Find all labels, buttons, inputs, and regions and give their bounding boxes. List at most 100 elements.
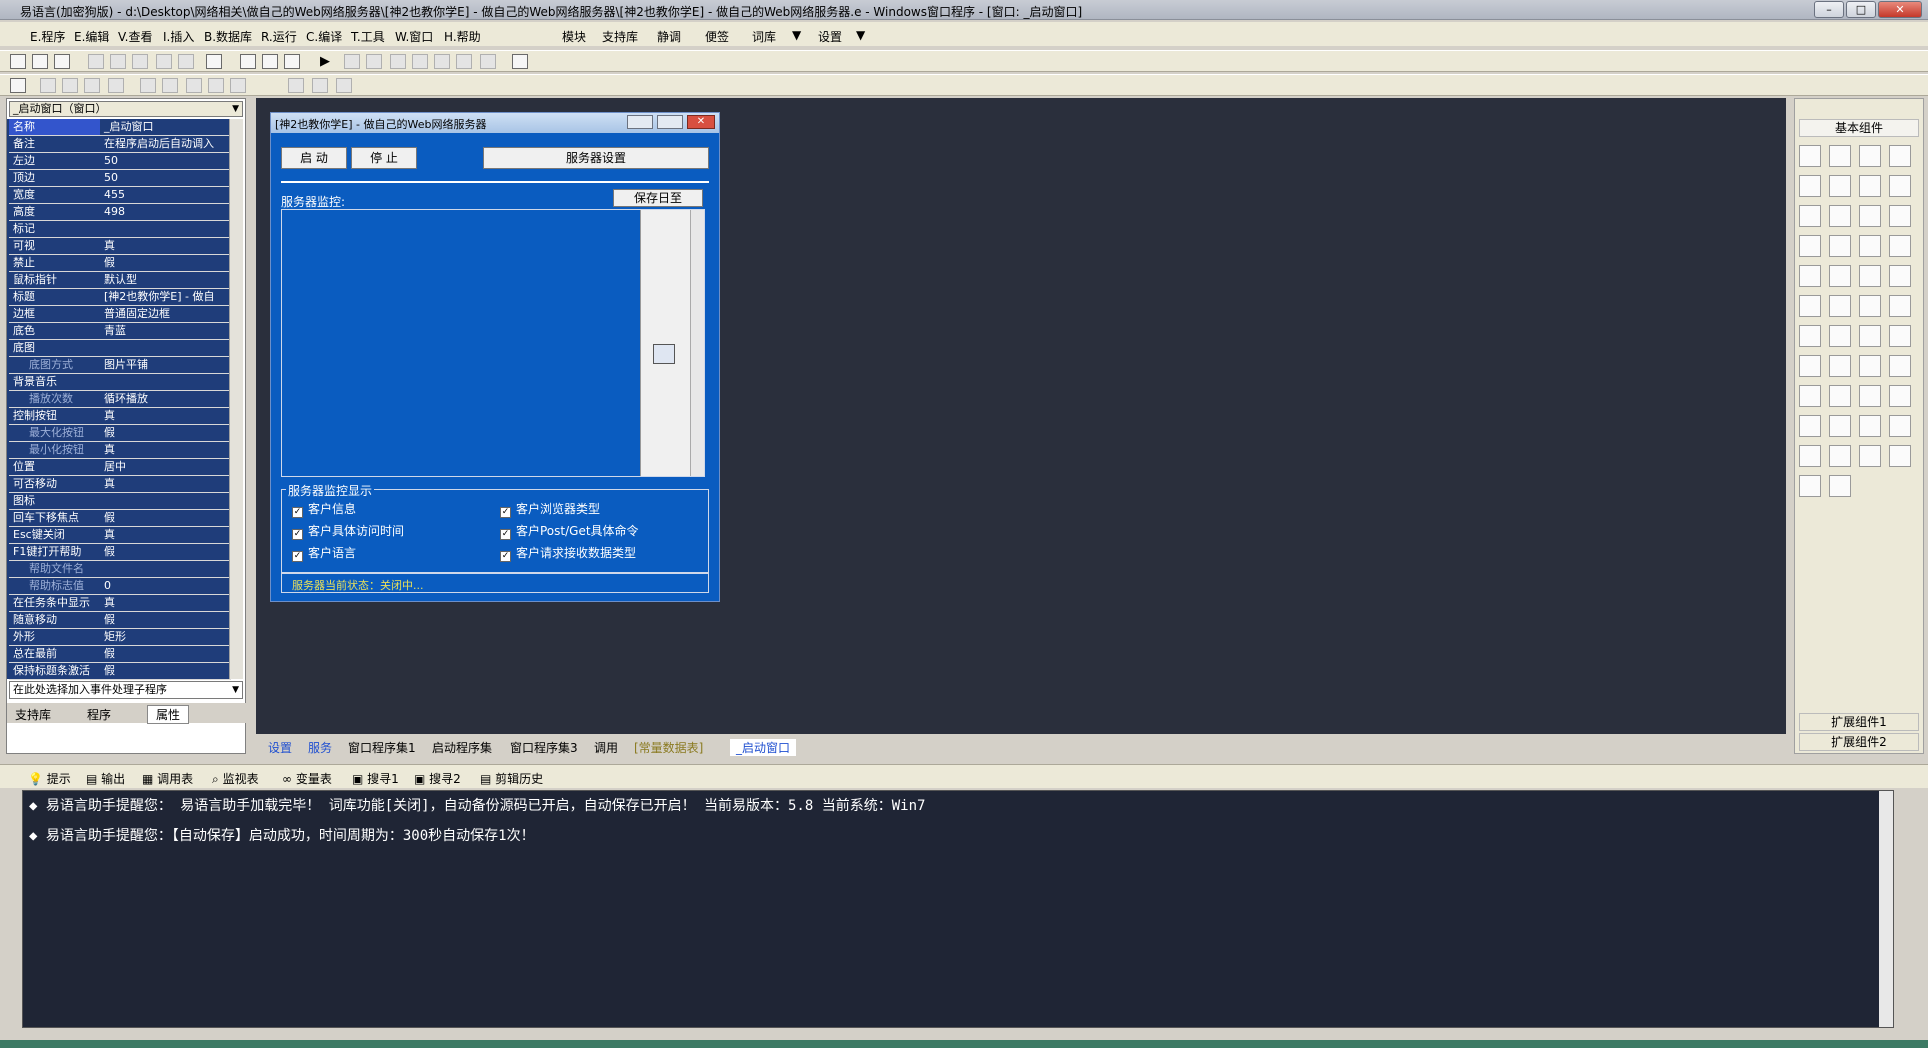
- tab-window-set-1[interactable]: 窗口程序集1: [348, 739, 416, 756]
- center-h-icon[interactable]: [288, 78, 304, 93]
- layout-a-icon[interactable]: [240, 54, 256, 69]
- component-icon[interactable]: [1889, 295, 1911, 317]
- binoculars-icon[interactable]: [512, 54, 528, 69]
- component-icon[interactable]: [1859, 205, 1881, 227]
- property-value[interactable]: 真: [102, 527, 231, 543]
- monitor-scroll-area[interactable]: [640, 210, 690, 476]
- menu-module[interactable]: 模块: [562, 28, 586, 45]
- property-row[interactable]: 最小化按钮真: [9, 442, 231, 459]
- property-value[interactable]: _启动窗口: [102, 119, 231, 135]
- tab-watch[interactable]: ⌕ 监视表: [212, 770, 259, 787]
- menu-help[interactable]: H.帮助: [444, 28, 481, 45]
- check-language[interactable]: ✓ 客户语言: [292, 544, 356, 562]
- property-value[interactable]: 矩形: [102, 629, 231, 645]
- component-icon[interactable]: [1859, 175, 1881, 197]
- property-row[interactable]: 帮助标志值 0: [9, 578, 231, 595]
- tab-service[interactable]: 服务: [308, 739, 332, 756]
- component-icon[interactable]: [1889, 175, 1911, 197]
- component-icon[interactable]: [1829, 445, 1851, 467]
- run-icon[interactable]: ▶: [320, 54, 330, 69]
- component-icon[interactable]: [1799, 205, 1821, 227]
- align-left-icon[interactable]: [40, 78, 56, 93]
- hand-icon[interactable]: [480, 54, 496, 69]
- tab-call[interactable]: 调用: [594, 739, 618, 756]
- property-row[interactable]: 随意移动假: [9, 612, 231, 629]
- menu-compile[interactable]: C.编译: [306, 28, 342, 45]
- same-width-icon[interactable]: [140, 78, 156, 93]
- property-value[interactable]: [102, 374, 231, 390]
- property-row[interactable]: 在任务条中显示真: [9, 595, 231, 612]
- property-row[interactable]: 高度 498: [9, 204, 231, 221]
- tab-window-set-3[interactable]: 窗口程序集3: [510, 739, 578, 756]
- form-close-icon[interactable]: ✕: [687, 115, 715, 129]
- component-icon[interactable]: [1859, 415, 1881, 437]
- component-icon[interactable]: [1799, 415, 1821, 437]
- component-icon[interactable]: [1829, 355, 1851, 377]
- property-row[interactable]: 播放次数 循环播放: [9, 391, 231, 408]
- property-value[interactable]: 真: [102, 408, 231, 424]
- same-size-icon[interactable]: [186, 78, 202, 93]
- close-button[interactable]: ✕: [1878, 1, 1922, 18]
- check-post-get[interactable]: ✓ 客户Post/Get具体命令: [500, 522, 639, 540]
- property-row[interactable]: 外形 矩形: [9, 629, 231, 646]
- property-value[interactable]: 图片平铺: [102, 357, 231, 373]
- tab-hint[interactable]: 💡 提示: [28, 770, 71, 787]
- component-icon[interactable]: [1829, 145, 1851, 167]
- property-value[interactable]: [102, 340, 231, 356]
- tab-search-1[interactable]: ▣ 搜寻1: [352, 770, 399, 787]
- property-row[interactable]: 回车下移焦点假: [9, 510, 231, 527]
- basic-components-header[interactable]: 基本组件: [1799, 119, 1919, 137]
- step-into-icon[interactable]: [390, 54, 406, 69]
- server-settings-button[interactable]: 服务器设置: [483, 147, 709, 169]
- menu-window[interactable]: W.窗口: [395, 28, 433, 45]
- tab-properties[interactable]: 属性: [147, 705, 190, 724]
- property-row[interactable]: 左边 50: [9, 153, 231, 170]
- property-value[interactable]: 0: [102, 578, 231, 594]
- component-icon[interactable]: [1829, 205, 1851, 227]
- menu-program[interactable]: E.程序: [30, 28, 65, 45]
- property-value[interactable]: 假: [102, 646, 231, 662]
- tab-startup-window[interactable]: _启动窗口: [730, 739, 797, 756]
- h-space-icon[interactable]: [208, 78, 224, 93]
- stop-button[interactable]: 停 止: [351, 147, 417, 169]
- component-icon[interactable]: [1889, 385, 1911, 407]
- tab-program[interactable]: 程序: [87, 706, 111, 723]
- monitor-scrollbar[interactable]: [690, 210, 704, 476]
- property-row[interactable]: 底色 青蓝: [9, 323, 231, 340]
- component-icon[interactable]: [1799, 145, 1821, 167]
- component-icon[interactable]: [1799, 175, 1821, 197]
- property-scrollbar[interactable]: [229, 119, 243, 679]
- component-icon[interactable]: [1829, 265, 1851, 287]
- form-maximize-icon[interactable]: [657, 115, 683, 129]
- cut-icon[interactable]: [88, 54, 104, 69]
- component-icon[interactable]: [1799, 355, 1821, 377]
- property-row[interactable]: 背景音乐: [9, 374, 231, 391]
- property-row[interactable]: 顶边 50: [9, 170, 231, 187]
- tab-constants[interactable]: [常量数据表]: [634, 739, 703, 756]
- chevron-down-icon[interactable]: ▼: [792, 28, 801, 42]
- property-row[interactable]: F1键打开帮助假: [9, 544, 231, 561]
- component-icon[interactable]: [1829, 175, 1851, 197]
- align-top-icon[interactable]: [84, 78, 100, 93]
- property-row[interactable]: 标题 [神2也教你学E] - 做自: [9, 289, 231, 306]
- minimize-button[interactable]: –: [1814, 1, 1844, 18]
- component-icon[interactable]: [1889, 145, 1911, 167]
- component-icon[interactable]: [1829, 325, 1851, 347]
- output-pane[interactable]: ◆ 易语言助手提醒您： 易语言助手加载完毕！ 词库功能[关闭]，自动备份源码已开…: [22, 790, 1894, 1028]
- property-row[interactable]: 控制按钮真: [9, 408, 231, 425]
- property-row[interactable]: 备注 在程序启动后自动调入: [9, 136, 231, 153]
- property-value[interactable]: 假: [102, 663, 231, 679]
- start-button[interactable]: 启 动: [281, 147, 347, 169]
- component-icon[interactable]: [1889, 415, 1911, 437]
- monitor-textbox[interactable]: [281, 209, 705, 477]
- property-value[interactable]: 循环播放: [102, 391, 231, 407]
- property-row[interactable]: Esc键关闭真: [9, 527, 231, 544]
- component-icon[interactable]: [1889, 355, 1911, 377]
- property-value[interactable]: 50: [102, 153, 231, 169]
- component-icon[interactable]: [1859, 385, 1881, 407]
- layout-c-icon[interactable]: [284, 54, 300, 69]
- same-height-icon[interactable]: [162, 78, 178, 93]
- open-file-icon[interactable]: [32, 54, 48, 69]
- property-value[interactable]: [神2也教你学E] - 做自: [102, 289, 231, 305]
- property-value[interactable]: [102, 221, 231, 237]
